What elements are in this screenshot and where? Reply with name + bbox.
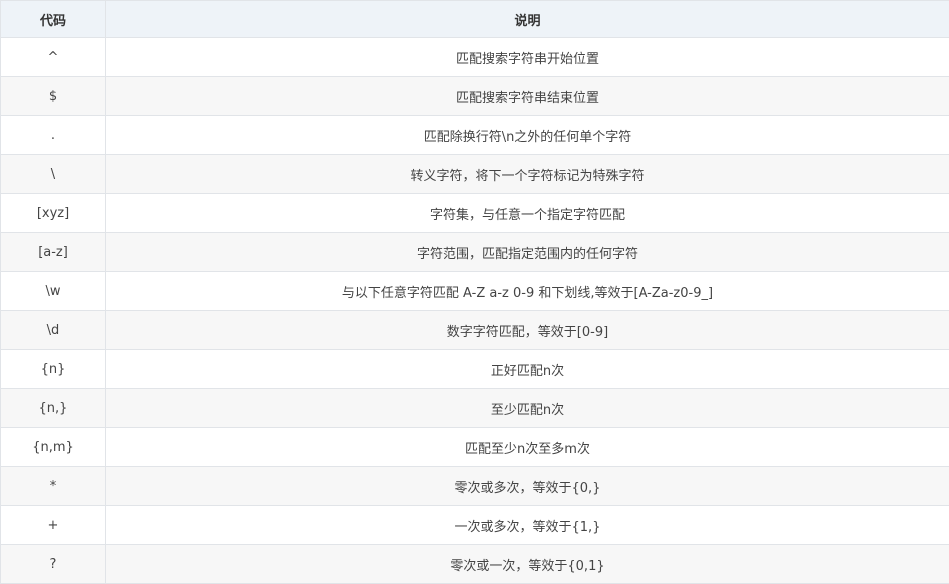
cell-code: \d — [1, 311, 106, 350]
cell-description: 匹配搜索字符串开始位置 — [106, 38, 949, 77]
cell-code: . — [1, 116, 106, 155]
table-row: {n,}至少匹配n次 — [1, 389, 949, 428]
table-row: [a-z]字符范围，匹配指定范围内的任何字符 — [1, 233, 949, 272]
table-row: {n,m}匹配至少n次至多m次 — [1, 428, 949, 467]
cell-code: [a-z] — [1, 233, 106, 272]
table-row: $匹配搜索字符串结束位置 — [1, 77, 949, 116]
cell-code: {n,m} — [1, 428, 106, 467]
table-row: ?零次或一次，等效于{0,1} — [1, 545, 949, 584]
cell-description: 匹配除换行符\n之外的任何单个字符 — [106, 116, 949, 155]
table-row: \转义字符，将下一个字符标记为特殊字符 — [1, 155, 949, 194]
cell-description: 零次或多次，等效于{0,} — [106, 467, 949, 506]
table-row: *零次或多次，等效于{0,} — [1, 467, 949, 506]
cell-description: 数字字符匹配，等效于[0-9] — [106, 311, 949, 350]
table-body: ^匹配搜索字符串开始位置$匹配搜索字符串结束位置.匹配除换行符\n之外的任何单个… — [1, 38, 949, 584]
cell-description: 正好匹配n次 — [106, 350, 949, 389]
cell-code: [xyz] — [1, 194, 106, 233]
cell-description: 至少匹配n次 — [106, 389, 949, 428]
cell-description: 零次或一次，等效于{0,1} — [106, 545, 949, 584]
cell-code: \ — [1, 155, 106, 194]
table-row: .匹配除换行符\n之外的任何单个字符 — [1, 116, 949, 155]
cell-description: 字符集，与任意一个指定字符匹配 — [106, 194, 949, 233]
cell-description: 转义字符，将下一个字符标记为特殊字符 — [106, 155, 949, 194]
header-code: 代码 — [1, 1, 106, 38]
regex-reference-table: 代码 说明 ^匹配搜索字符串开始位置$匹配搜索字符串结束位置.匹配除换行符\n之… — [0, 0, 949, 584]
cell-code: {n} — [1, 350, 106, 389]
table-row: \w与以下任意字符匹配 A-Z a-z 0-9 和下划线,等效于[A-Za-z0… — [1, 272, 949, 311]
table-row: \d数字字符匹配，等效于[0-9] — [1, 311, 949, 350]
cell-description: 匹配搜索字符串结束位置 — [106, 77, 949, 116]
table-row: {n}正好匹配n次 — [1, 350, 949, 389]
cell-code: + — [1, 506, 106, 545]
cell-description: 匹配至少n次至多m次 — [106, 428, 949, 467]
table-row: [xyz]字符集，与任意一个指定字符匹配 — [1, 194, 949, 233]
cell-code: * — [1, 467, 106, 506]
cell-code: \w — [1, 272, 106, 311]
cell-description: 与以下任意字符匹配 A-Z a-z 0-9 和下划线,等效于[A-Za-z0-9… — [106, 272, 949, 311]
table-header-row: 代码 说明 — [1, 1, 949, 38]
cell-description: 字符范围，匹配指定范围内的任何字符 — [106, 233, 949, 272]
cell-code: $ — [1, 77, 106, 116]
cell-description: 一次或多次，等效于{1,} — [106, 506, 949, 545]
table-row: ^匹配搜索字符串开始位置 — [1, 38, 949, 77]
header-description: 说明 — [106, 1, 949, 38]
table-row: +一次或多次，等效于{1,} — [1, 506, 949, 545]
cell-code: ? — [1, 545, 106, 584]
cell-code: {n,} — [1, 389, 106, 428]
cell-code: ^ — [1, 38, 106, 77]
